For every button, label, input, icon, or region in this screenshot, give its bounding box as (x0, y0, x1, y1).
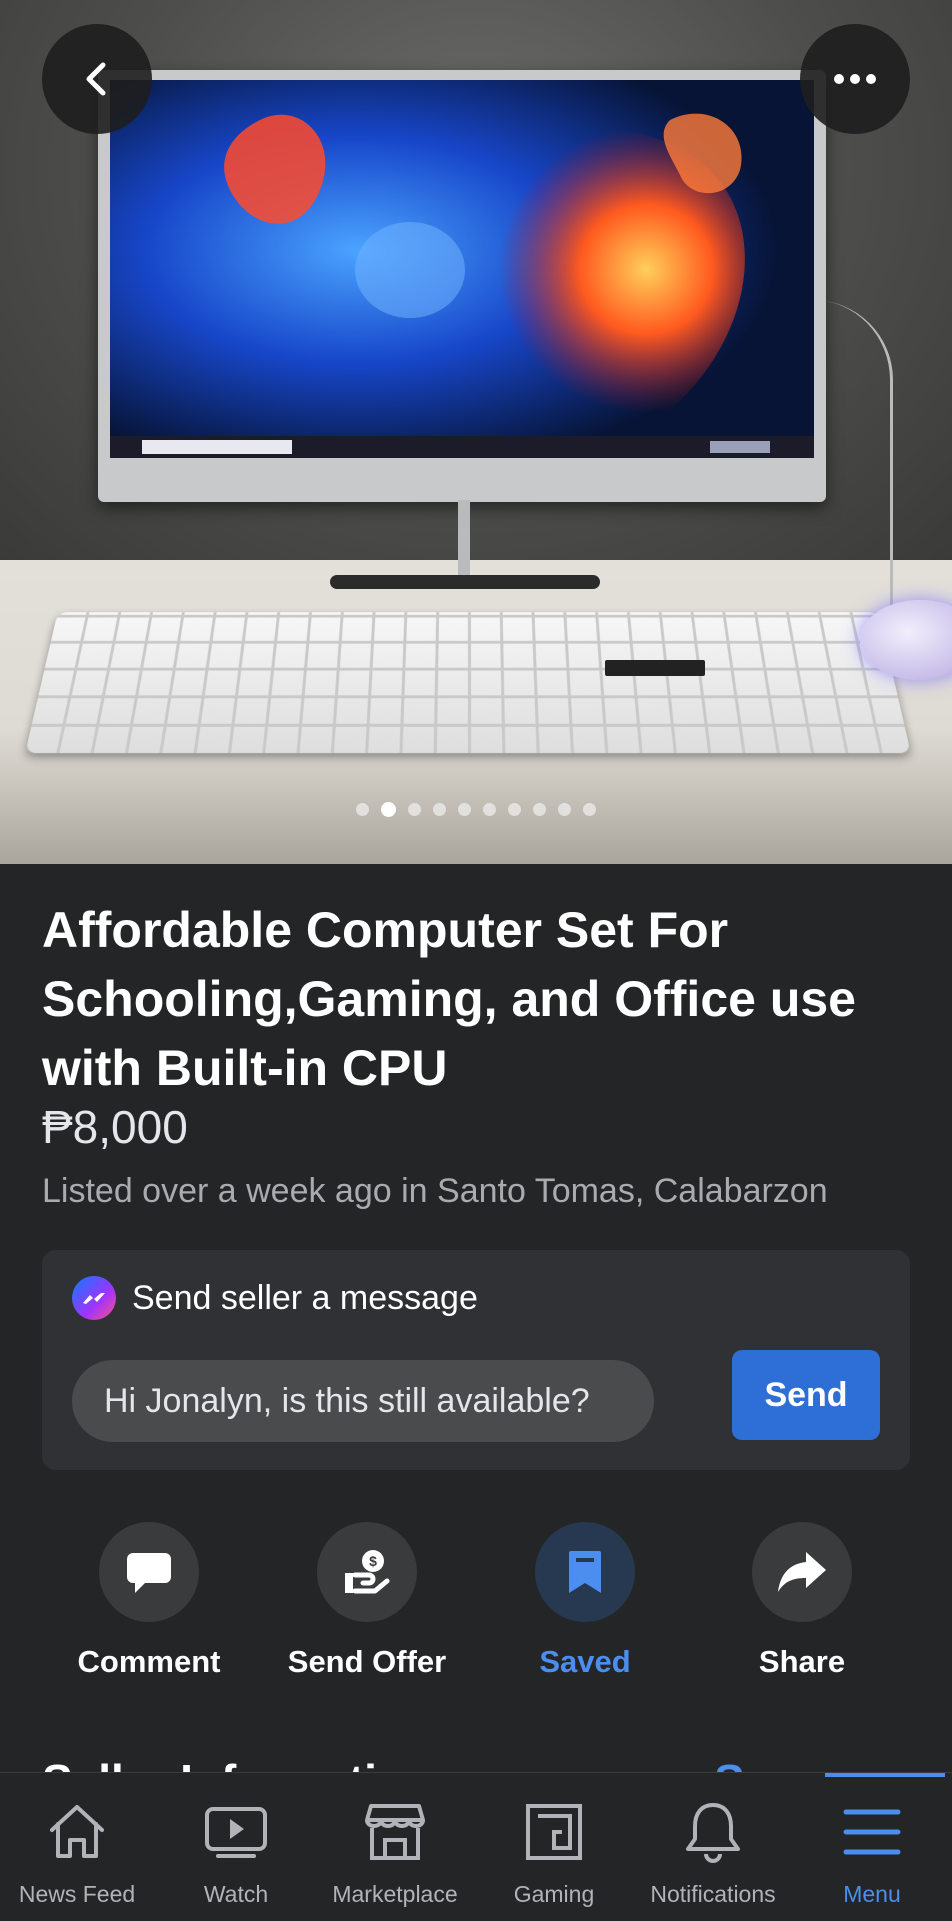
photo-page-dot[interactable] (381, 802, 396, 817)
nav-gaming-label: Gaming (474, 1881, 634, 1908)
nav-menu[interactable]: Menu (792, 1799, 952, 1908)
send-offer-label: Send Offer (262, 1644, 472, 1680)
listing-meta: Listed over a week ago in Santo Tomas, C… (42, 1172, 828, 1211)
listing-actions: Comment $ Send Offer Saved Share (0, 1522, 952, 1672)
see-profile-link[interactable]: See Profile (714, 1754, 942, 1772)
message-seller-heading: Send seller a message (72, 1276, 478, 1320)
photo-page-dot[interactable] (558, 803, 571, 816)
comment-button[interactable]: Comment (44, 1522, 254, 1680)
listing-photo[interactable] (0, 0, 952, 864)
saved-button[interactable]: Saved (480, 1522, 690, 1680)
photo-page-dot[interactable] (433, 803, 446, 816)
photo-page-dot[interactable] (458, 803, 471, 816)
share-arrow-icon (776, 1550, 828, 1594)
wallpaper-art (110, 80, 814, 458)
video-icon (203, 1799, 269, 1865)
comment-label: Comment (44, 1644, 254, 1680)
share-label: Share (697, 1644, 907, 1680)
send-offer-button[interactable]: $ Send Offer (262, 1522, 472, 1680)
photo-page-dot[interactable] (483, 803, 496, 816)
gaming-icon (521, 1799, 587, 1865)
message-seller-card: Send seller a message Send (42, 1250, 910, 1470)
photo-monitor-stand (458, 500, 470, 584)
chevron-left-icon (77, 59, 117, 99)
nav-menu-label: Menu (792, 1881, 952, 1908)
more-options-button[interactable] (800, 24, 910, 134)
shop-icon (362, 1799, 428, 1865)
photo-page-dot[interactable] (356, 803, 369, 816)
more-icon (833, 73, 877, 85)
bell-icon (680, 1799, 746, 1865)
photo-monitor (98, 70, 826, 502)
message-input[interactable] (72, 1360, 654, 1442)
saved-icon-circle (535, 1522, 635, 1622)
seller-information-heading: Seller Information (42, 1754, 433, 1772)
photo-monitor-base (330, 575, 600, 589)
comment-icon (125, 1549, 173, 1595)
back-button[interactable] (42, 24, 152, 134)
hamburger-menu-icon (839, 1799, 905, 1865)
photo-pagination-dots[interactable] (0, 803, 952, 817)
listing-title: Affordable Computer Set For Schooling,Ga… (42, 896, 902, 1103)
offer-hand-icon: $ (341, 1547, 393, 1597)
home-icon (44, 1799, 110, 1865)
svg-text:$: $ (369, 1553, 377, 1569)
send-button[interactable]: Send (732, 1350, 880, 1440)
listing-price: ₱8,000 (42, 1100, 188, 1154)
nav-notifications[interactable]: Notifications (633, 1799, 793, 1908)
photo-page-dot[interactable] (533, 803, 546, 816)
saved-label: Saved (480, 1644, 690, 1680)
active-tab-indicator (825, 1773, 945, 1777)
nav-marketplace[interactable]: Marketplace (315, 1799, 475, 1908)
photo-page-dot[interactable] (583, 803, 596, 816)
nav-gaming[interactable]: Gaming (474, 1799, 634, 1908)
photo-page-dot[interactable] (408, 803, 421, 816)
send-offer-icon-circle: $ (317, 1522, 417, 1622)
share-button[interactable]: Share (697, 1522, 907, 1680)
seller-information-section: Seller Information See Profile (42, 1752, 942, 1772)
nav-notifications-label: Notifications (633, 1881, 793, 1908)
photo-page-dot[interactable] (508, 803, 521, 816)
bottom-navigation: News Feed Watch Marketplace Gaming Notif… (0, 1772, 952, 1921)
bookmark-icon (567, 1549, 603, 1595)
nav-marketplace-label: Marketplace (315, 1881, 475, 1908)
messenger-icon (72, 1276, 116, 1320)
share-icon-circle (752, 1522, 852, 1622)
photo-keyboard-logo (605, 660, 705, 676)
message-seller-label: Send seller a message (132, 1279, 478, 1318)
nav-watch[interactable]: Watch (156, 1799, 316, 1908)
photo-keyboard (25, 612, 911, 753)
nav-news-feed[interactable]: News Feed (0, 1799, 157, 1908)
nav-watch-label: Watch (156, 1881, 316, 1908)
comment-icon-circle (99, 1522, 199, 1622)
nav-news-feed-label: News Feed (0, 1881, 157, 1908)
photo-monitor-screen (110, 80, 814, 458)
